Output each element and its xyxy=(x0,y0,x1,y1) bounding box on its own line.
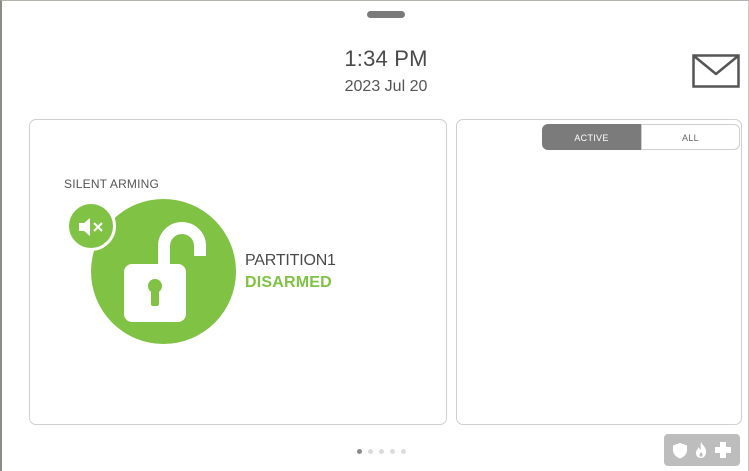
envelope-icon[interactable] xyxy=(692,54,740,88)
page-dot-4[interactable] xyxy=(390,449,395,454)
page-dot-2[interactable] xyxy=(368,449,373,454)
clock-time: 1:34 PM xyxy=(344,46,428,71)
silent-arming-toggle[interactable] xyxy=(66,201,116,251)
page-dot-3[interactable] xyxy=(379,449,384,454)
speaker-muted-icon xyxy=(79,218,103,236)
page-dot-5[interactable] xyxy=(401,449,406,454)
shield-icon xyxy=(673,443,687,459)
unlocked-padlock-icon xyxy=(124,222,206,322)
silent-arming-label: SILENT ARMING xyxy=(64,177,160,191)
drawer-pull-handle[interactable] xyxy=(367,11,405,18)
page-indicator xyxy=(357,449,406,457)
page-dot-1[interactable] xyxy=(357,449,362,454)
tab-all[interactable]: ALL xyxy=(641,124,740,150)
clock-date: 2023 Jul 20 xyxy=(344,78,428,95)
events-panel xyxy=(456,119,742,425)
partition-status: DISARMED xyxy=(245,274,332,291)
emergency-button[interactable] xyxy=(664,434,740,466)
medical-cross-icon xyxy=(715,442,731,458)
partition-name: PARTITION1 xyxy=(245,252,336,269)
tab-active[interactable]: ACTIVE xyxy=(542,124,641,150)
flame-icon xyxy=(696,442,707,458)
